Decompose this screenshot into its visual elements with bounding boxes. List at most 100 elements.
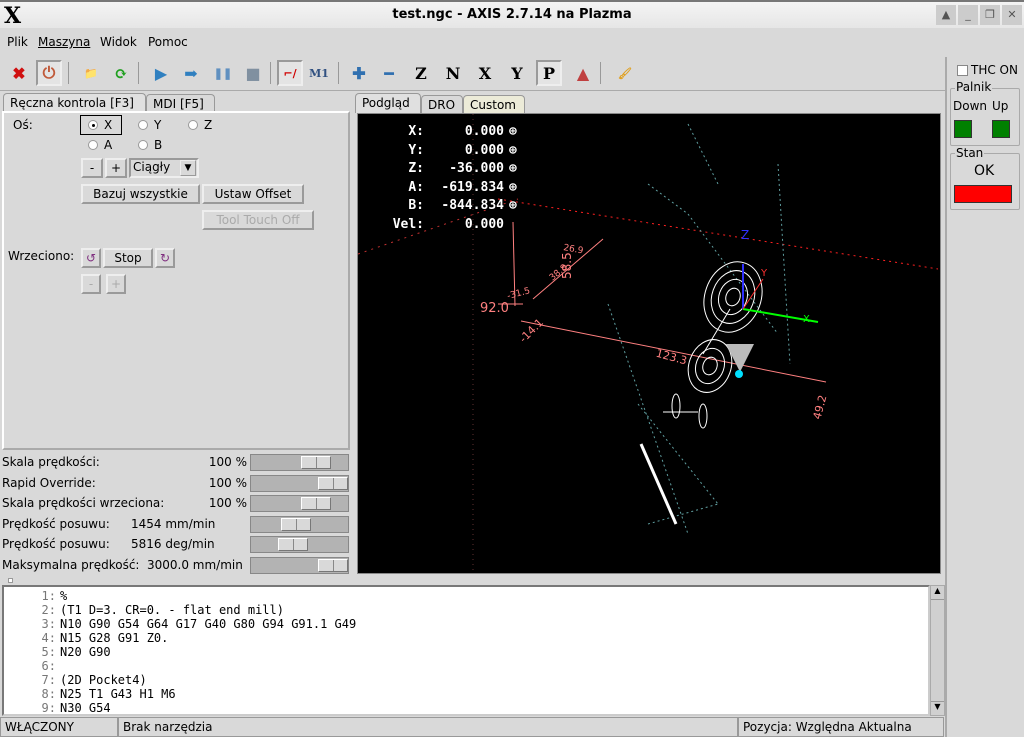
tab-dro[interactable]: DRO — [421, 95, 463, 114]
spindle-ccw-icon[interactable]: ↺ — [81, 248, 101, 268]
extent-label: -14.1 — [517, 316, 546, 345]
tab-manual-control[interactable]: Ręczna kontrola [F3] — [3, 93, 146, 112]
line-text: (2D Pocket4) — [60, 673, 147, 687]
set-offset-button[interactable]: Ustaw Offset — [202, 184, 304, 204]
homed-icon: ⊕ — [509, 179, 517, 195]
gcode-line[interactable]: 4: N15 G28 G91 Z0. — [4, 631, 928, 645]
axis-radio-y[interactable]: Y — [138, 118, 161, 132]
slider-thumb[interactable] — [318, 476, 348, 490]
menu-pomoc[interactable]: Pomoc — [148, 35, 188, 49]
optional-stop-icon[interactable]: M1 — [306, 60, 332, 86]
gcode-line[interactable]: 9: N30 G54 — [4, 701, 928, 715]
gcode-line[interactable]: 8: N25 T1 G43 H1 M6 — [4, 687, 928, 701]
gcode-line[interactable]: 5: N20 G90 — [4, 645, 928, 659]
override-slider[interactable] — [250, 556, 349, 574]
gcode-line[interactable]: 7: (2D Pocket4) — [4, 673, 928, 687]
open-folder-icon[interactable]: 📁 — [78, 60, 104, 86]
view-x-icon[interactable]: X — [472, 60, 498, 86]
slider-thumb[interactable] — [318, 558, 348, 572]
axis-radio-b[interactable]: B — [138, 138, 162, 152]
toolpath-arc — [725, 287, 741, 307]
resize-grip[interactable] — [8, 578, 13, 583]
pause-icon[interactable]: ❚❚ — [210, 60, 236, 86]
slider-thumb[interactable] — [281, 517, 312, 531]
menu-maszyna[interactable]: Maszyna — [38, 35, 90, 49]
gcode-line[interactable]: 2: (T1 D=3. CR=0. - flat end mill) — [4, 603, 928, 617]
chevron-down-icon[interactable]: ▼ — [180, 160, 196, 176]
state-led — [954, 185, 1012, 203]
slider-value: 100 % — [208, 496, 247, 510]
radio-indicator — [88, 120, 98, 130]
line-text: N20 G90 — [60, 645, 111, 659]
reload-icon[interactable]: ⟳ — [108, 60, 134, 86]
position-mode: Pozycja: Względna Aktualna — [738, 717, 944, 737]
clear-plot-icon[interactable]: 🖌 — [612, 60, 638, 86]
maximize-button[interactable]: ❐ — [980, 5, 1000, 25]
line-number: 7: — [41, 673, 56, 687]
block-delete-icon[interactable]: ⌐/ — [277, 60, 303, 86]
gcode-line[interactable]: 1:% — [4, 589, 928, 603]
slider-label: Rapid Override: — [2, 475, 96, 490]
preview-canvas[interactable]: 58.5 92.0 -14.1 123.3 49.2 -31.5 38.8 26… — [357, 113, 941, 574]
override-slider[interactable] — [250, 454, 349, 471]
axis-radio-x[interactable]: X — [88, 118, 112, 132]
view-y-icon[interactable]: Y — [504, 60, 530, 86]
home-all-button[interactable]: Bazuj wszystkie — [81, 184, 200, 204]
line-text: N25 T1 G43 H1 M6 — [60, 687, 176, 701]
view-z-icon[interactable]: Z — [408, 60, 434, 86]
zoom-in-icon[interactable]: ✚ — [346, 60, 372, 86]
slider-value: 5816 deg/min — [131, 537, 215, 551]
stop-icon[interactable]: ■ — [240, 60, 266, 86]
spindle-plus-button[interactable]: + — [106, 274, 126, 294]
override-slider[interactable] — [250, 515, 349, 533]
axis-z-label: Z — [741, 228, 749, 242]
toolpath-arc — [698, 403, 708, 429]
override-slider[interactable] — [250, 495, 349, 512]
axis-radio-a[interactable]: A — [88, 138, 112, 152]
slider-label: Prędkość posuwu: — [2, 516, 110, 531]
line-number: 8: — [41, 687, 56, 701]
tool-touch-off-button[interactable]: Tool Touch Off — [202, 210, 314, 230]
close-button[interactable]: ✕ — [1002, 5, 1022, 25]
jog-minus-button[interactable]: - — [81, 158, 103, 178]
minimize-button[interactable]: _ — [958, 5, 978, 25]
dro-value: -36.000 — [449, 161, 504, 176]
view-z2-icon[interactable]: N — [440, 60, 466, 86]
run-icon[interactable]: ▶ — [148, 60, 174, 86]
shade-button[interactable]: ▲ — [936, 5, 956, 25]
extent-label: 49.2 — [811, 394, 830, 421]
rotate-view-icon[interactable]: ▲ — [570, 60, 596, 86]
spindle-stop-button[interactable]: Stop — [103, 248, 153, 268]
zoom-out-icon[interactable]: ━ — [376, 60, 402, 86]
jog-plus-button[interactable]: + — [105, 158, 127, 178]
slider-thumb[interactable] — [301, 456, 332, 469]
spindle-cw-icon[interactable]: ↻ — [155, 248, 175, 268]
dro-axis: Z: — [408, 161, 424, 176]
axis-radio-z[interactable]: Z — [188, 118, 212, 132]
menu-plik[interactable]: Plik — [7, 35, 28, 49]
scroll-up-icon[interactable]: ▲ — [931, 586, 944, 600]
plot-line — [637, 403, 719, 505]
menu-bar: Plik Maszyna Widok Pomoc — [0, 28, 1024, 55]
scroll-down-icon[interactable]: ▼ — [931, 701, 944, 715]
spindle-minus-button[interactable]: - — [81, 274, 101, 294]
slider-thumb[interactable] — [277, 538, 308, 551]
override-slider[interactable] — [250, 536, 349, 553]
gcode-listing[interactable]: 1:% 2: (T1 D=3. CR=0. - flat end mill) 3: N1… — [2, 585, 930, 716]
override-slider[interactable] — [250, 474, 349, 492]
gcode-line[interactable]: 6: — [4, 659, 928, 673]
tab-custom[interactable]: Custom — [463, 95, 525, 114]
view-p-icon[interactable]: P — [536, 60, 562, 86]
gcode-scrollbar[interactable]: ▲ ▼ — [930, 585, 945, 716]
jog-increment-select[interactable]: Ciągły ▼ — [129, 158, 199, 178]
torch-group-label: Palnik — [955, 80, 993, 94]
estop-icon[interactable]: ✖ — [6, 60, 32, 86]
tab-preview[interactable]: Podgląd — [355, 93, 421, 113]
slider-thumb[interactable] — [301, 497, 332, 510]
thc-checkbox[interactable] — [957, 65, 968, 76]
gcode-line[interactable]: 3: N10 G90 G54 G64 G17 G40 G80 G94 G91.1 … — [4, 617, 928, 631]
step-icon[interactable]: ➡ — [178, 60, 204, 86]
power-icon[interactable]: ⏻ — [36, 60, 62, 86]
dro-axis: Y: — [408, 142, 424, 158]
menu-widok[interactable]: Widok — [100, 35, 137, 49]
